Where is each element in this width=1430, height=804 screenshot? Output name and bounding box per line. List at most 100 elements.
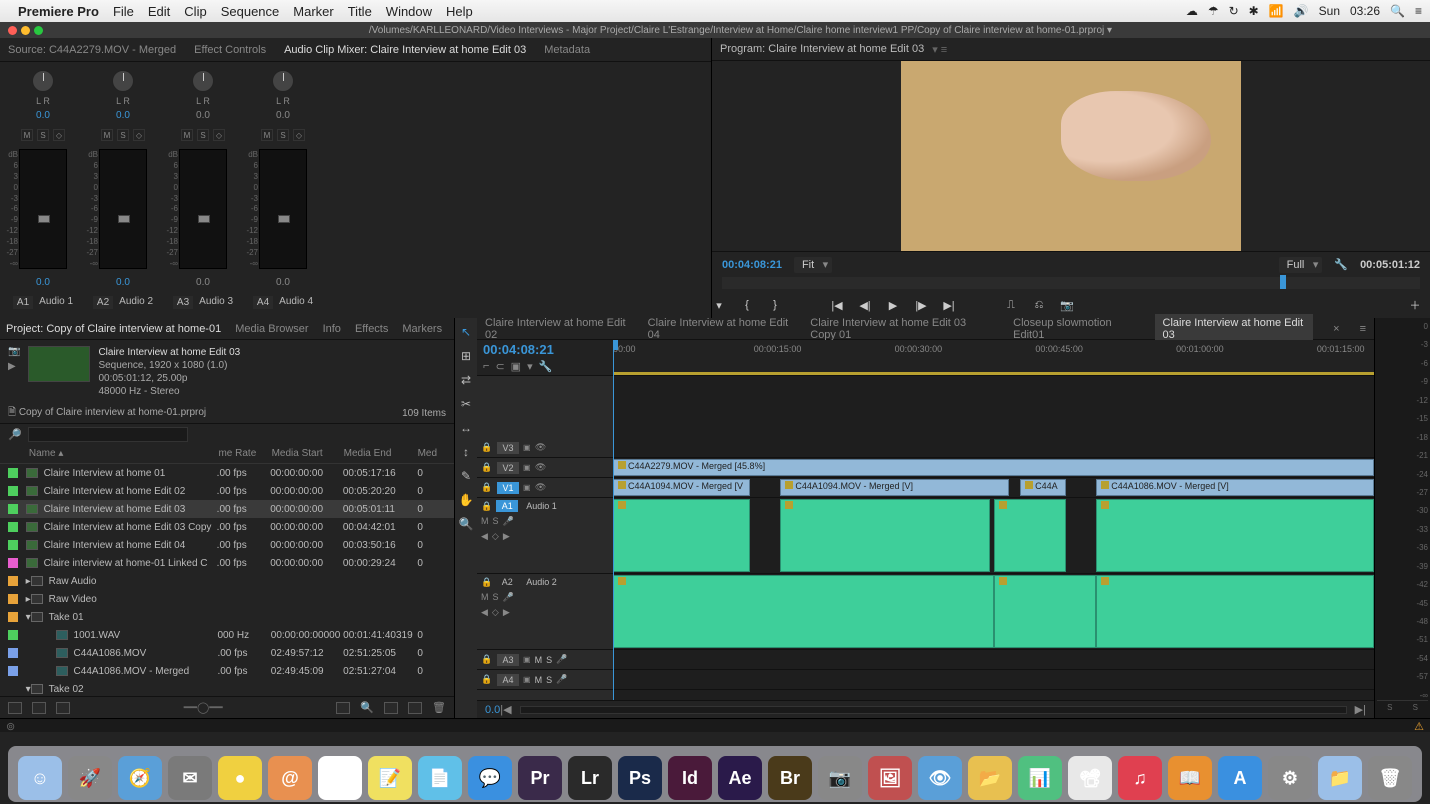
time-ruler[interactable]: 00:0000:00:15:0000:00:30:0000:00:45:0000… [613, 340, 1374, 376]
dock-app-14[interactable]: Ae [718, 756, 762, 800]
tab-source[interactable]: Source: C44A2279.MOV - Merged [8, 44, 176, 56]
track-target[interactable]: V1 [497, 482, 519, 494]
status-umbrella-icon[interactable]: ☂ [1208, 4, 1219, 18]
menu-edit[interactable]: Edit [148, 4, 170, 19]
audio-clip[interactable] [1096, 499, 1374, 572]
timeline-next-icon[interactable]: ▶| [1355, 703, 1366, 716]
track-target[interactable]: V2 [497, 462, 519, 474]
dock-app-12[interactable]: Ps [618, 756, 662, 800]
goto-out-icon[interactable]: ▶| [942, 298, 956, 312]
eye-icon[interactable]: 👁 [535, 482, 547, 493]
new-item-icon[interactable] [408, 702, 422, 714]
extract-icon[interactable]: ⎌ [1032, 298, 1046, 312]
tool-0[interactable]: ↖ [458, 324, 474, 340]
dock-app-0[interactable]: ☺ [18, 756, 62, 800]
status-bluetooth-icon[interactable]: ✱ [1249, 4, 1259, 18]
toggle-output-icon[interactable]: ▣ [523, 463, 531, 472]
bin-column-headers[interactable]: Name ▴ me Rate Media Start Media End Med [0, 444, 454, 464]
mso-◇[interactable]: ◇ [53, 129, 65, 141]
tab-menu-icon[interactable]: ≡ [1360, 323, 1366, 335]
track-target[interactable]: A1 [496, 500, 518, 512]
dock-app-10[interactable]: Pr [518, 756, 562, 800]
menu-help[interactable]: Help [446, 4, 473, 19]
pan-knob[interactable] [32, 70, 54, 92]
dock-app-26[interactable]: 📁 [1318, 756, 1362, 800]
out-point-icon[interactable]: } [768, 298, 782, 312]
video-clip[interactable]: C44A1094.MOV - Merged [V] [780, 479, 1008, 496]
mso-S[interactable]: S [277, 129, 289, 141]
bin-row[interactable]: C44A1086.MOV - Merged .00 fps 02:49:45:0… [0, 662, 454, 680]
menu-file[interactable]: File [113, 4, 134, 19]
goto-in-icon[interactable]: |◀ [830, 298, 844, 312]
dock-app-3[interactable]: ✉ [168, 756, 212, 800]
bin-row[interactable]: ▸ Raw Video [0, 590, 454, 608]
in-point-icon[interactable]: { [740, 298, 754, 312]
timeline-prev-icon[interactable]: |◀ [500, 703, 511, 716]
tab-markers[interactable]: Markers [402, 323, 442, 335]
tool-2[interactable]: ⇄ [458, 372, 474, 388]
label-color-swatch[interactable] [8, 504, 18, 514]
mute-icon[interactable]: M [481, 516, 489, 527]
timeline-scrollbar[interactable] [520, 706, 1347, 714]
keyframe-add-icon[interactable]: ◇ [492, 531, 499, 542]
dock-app-20[interactable]: 📊 [1018, 756, 1062, 800]
bin-row[interactable]: ▸ Raw Audio [0, 572, 454, 590]
sequence-tab[interactable]: Claire Interview at home Edit 03 Copy 01 [810, 317, 993, 341]
timeline-zoom-value[interactable]: 0.0 [485, 704, 500, 716]
dock-app-7[interactable]: 📝 [368, 756, 412, 800]
track-v2[interactable]: C44A2279.MOV - Merged [45.8%] [613, 458, 1374, 478]
fader-handle[interactable] [118, 215, 130, 223]
pan-knob[interactable] [192, 70, 214, 92]
settings-icon[interactable]: 🔧 [539, 360, 553, 373]
label-color-swatch[interactable] [8, 522, 18, 532]
wrench-icon[interactable]: 🔧 [1334, 258, 1348, 271]
play-thumb-icon[interactable]: ▶ [8, 361, 20, 372]
step-back-icon[interactable]: ◀| [858, 298, 872, 312]
video-clip[interactable]: C44A [1020, 479, 1066, 496]
bin-row[interactable]: Claire Interview at home Edit 03 Copy .0… [0, 518, 454, 536]
label-color-swatch[interactable] [8, 594, 18, 604]
dock-app-4[interactable]: ● [218, 756, 262, 800]
bin-row[interactable]: Claire interview at home-01 Linked C .00… [0, 554, 454, 572]
sequence-tab[interactable]: Closeup slowmotion Edit01 [1013, 317, 1134, 341]
marker-add-icon[interactable]: ▣ [511, 360, 521, 373]
track-a1[interactable] [613, 498, 1374, 574]
label-color-swatch[interactable] [8, 558, 18, 568]
audio-clip[interactable] [613, 575, 994, 648]
lock-icon[interactable]: 🔒 [481, 674, 493, 685]
tool-7[interactable]: ✋ [458, 492, 474, 508]
label-color-swatch[interactable] [8, 684, 18, 694]
track-target[interactable]: A4 [497, 674, 519, 686]
tool-4[interactable]: ↔ [458, 420, 474, 436]
mso-S[interactable]: S [197, 129, 209, 141]
menu-marker[interactable]: Marker [293, 4, 333, 19]
dock-app-16[interactable]: 📷 [818, 756, 862, 800]
keyframe-next-icon[interactable]: ▶ [503, 607, 510, 618]
fader-handle[interactable] [278, 215, 290, 223]
video-track-head-V1[interactable]: 🔒V1▣👁 [477, 478, 613, 498]
pan-knob[interactable] [272, 70, 294, 92]
linked-sel-icon[interactable]: ⊂ [495, 360, 504, 373]
program-mini-timeline[interactable] [722, 277, 1420, 289]
program-quality-dropdown[interactable]: Full [1279, 257, 1323, 273]
dock-app-27[interactable]: 🗑 [1368, 756, 1412, 800]
cc-icon[interactable]: ⊚ [6, 720, 15, 733]
tab-metadata[interactable]: Metadata [544, 44, 590, 56]
new-bin-icon[interactable] [384, 702, 398, 714]
playhead[interactable] [613, 340, 614, 700]
video-clip[interactable]: C44A1094.MOV - Merged [V [613, 479, 750, 496]
track-target[interactable]: A2 [496, 576, 518, 588]
project-search-input[interactable] [28, 427, 188, 442]
track-v3[interactable] [613, 438, 1374, 458]
track-a3[interactable] [613, 650, 1374, 670]
bin-row[interactable]: 1001.WAV 000 Hz 00:00:00:00000 00:01:41:… [0, 626, 454, 644]
mso-◇[interactable]: ◇ [133, 129, 145, 141]
fader-handle[interactable] [198, 215, 210, 223]
voice-icon[interactable]: 🎤 [503, 592, 514, 603]
bin-row[interactable]: Claire Interview at home Edit 03 .00 fps… [0, 500, 454, 518]
sequence-thumbnail[interactable] [28, 346, 90, 382]
mso-◇[interactable]: ◇ [293, 129, 305, 141]
keyframe-prev-icon[interactable]: ◀ [481, 607, 488, 618]
status-wifi-icon[interactable]: 📶 [1269, 4, 1284, 18]
label-color-swatch[interactable] [8, 576, 18, 586]
